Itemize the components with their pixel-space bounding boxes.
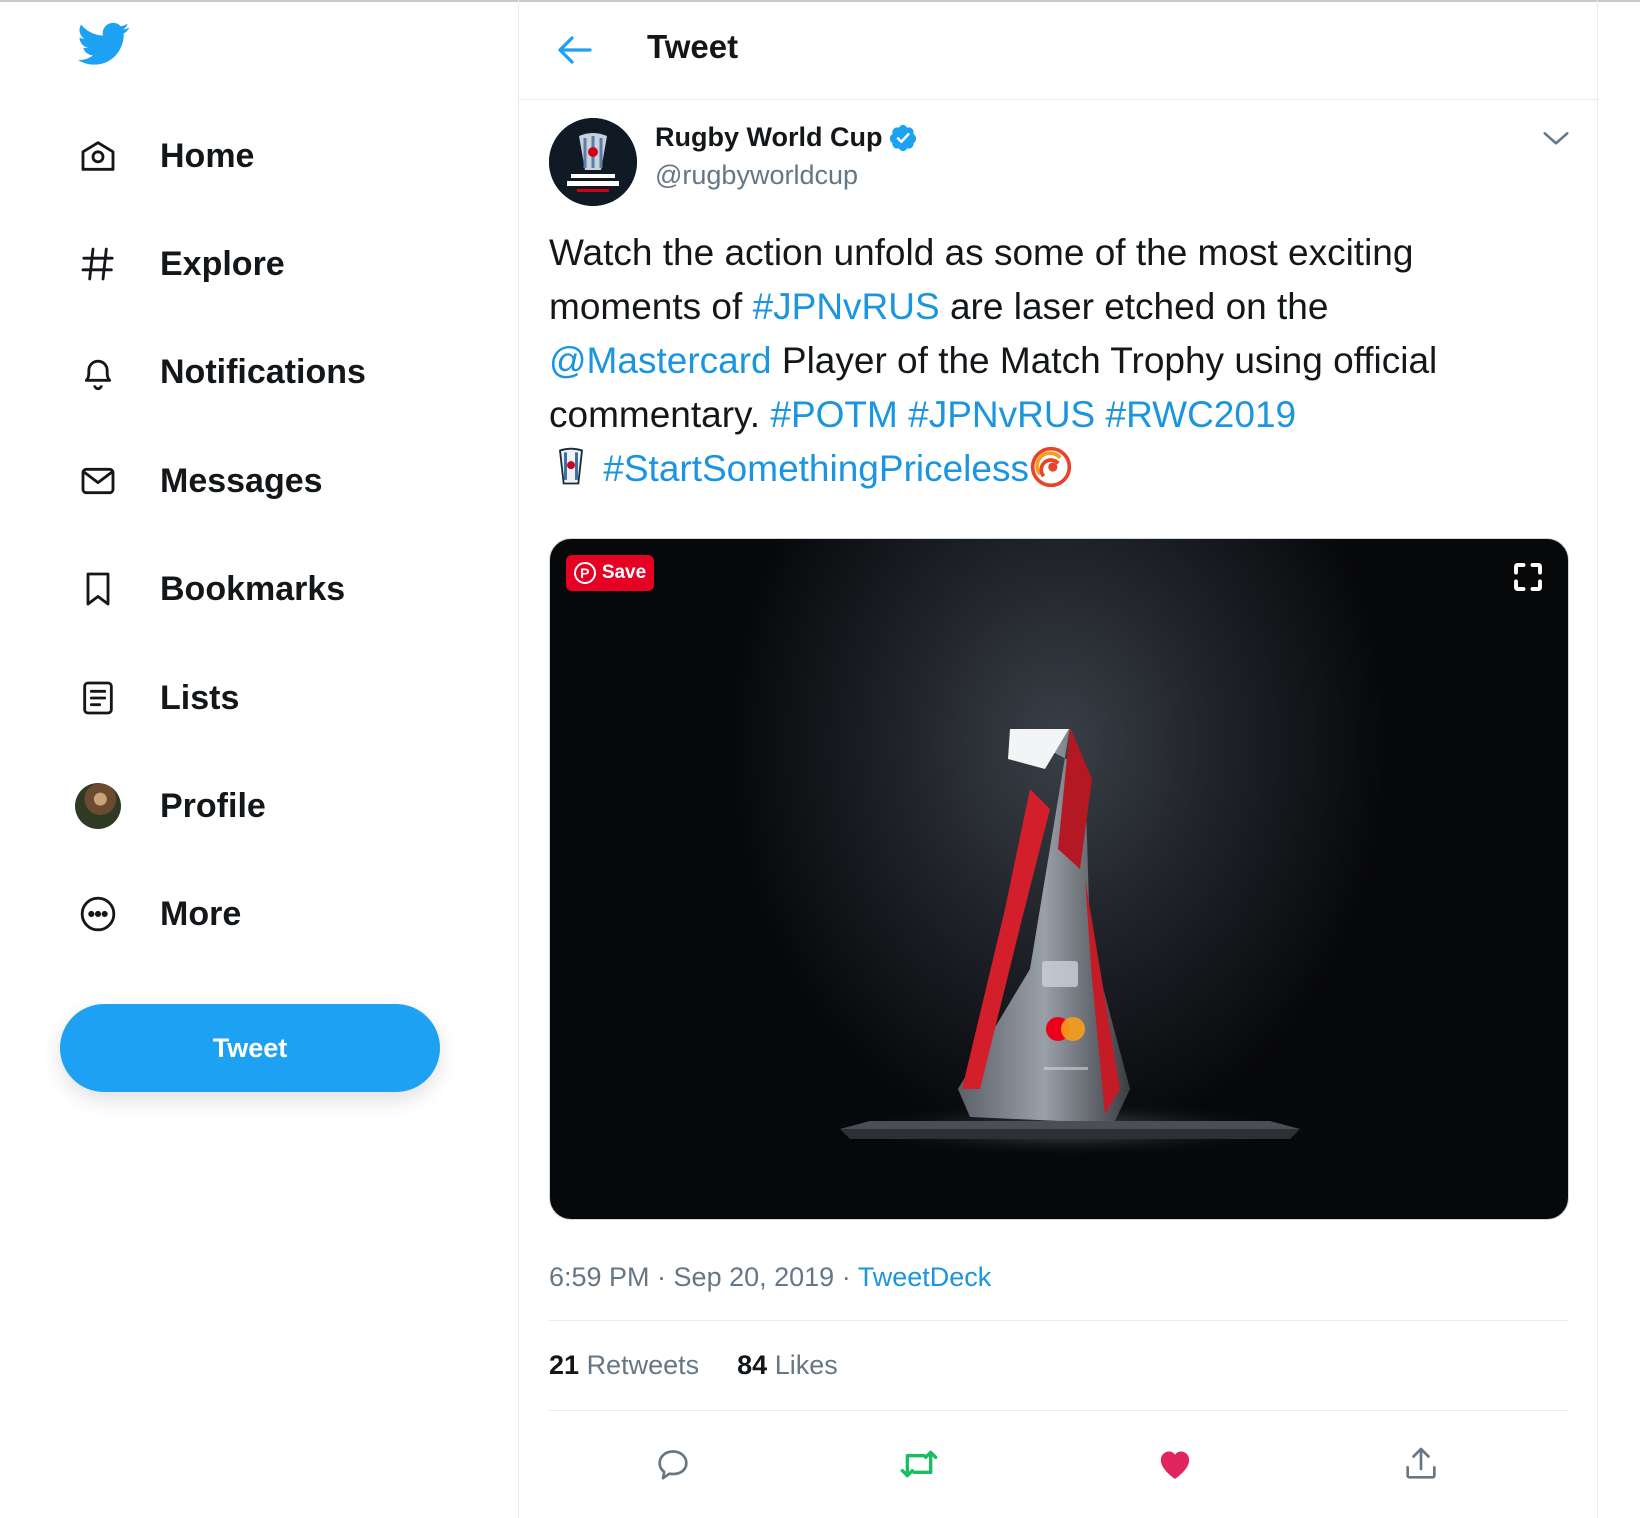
retweet-icon bbox=[900, 1450, 938, 1478]
envelope-icon bbox=[70, 453, 126, 509]
divider bbox=[549, 1410, 1569, 1411]
author-handle[interactable]: @rugbyworldcup bbox=[655, 160, 858, 191]
source-link[interactable]: TweetDeck bbox=[858, 1262, 992, 1292]
tweet-actions bbox=[549, 1434, 1569, 1494]
sidebar-item-label: Explore bbox=[160, 244, 285, 283]
hashtag-link[interactable]: #JPNvRUS bbox=[753, 286, 940, 327]
page-header: Tweet bbox=[519, 0, 1599, 100]
author-avatar[interactable] bbox=[549, 118, 637, 206]
pinterest-save-button[interactable]: P Save bbox=[566, 555, 654, 591]
hashtag-link[interactable]: #JPNvRUS bbox=[908, 394, 1095, 435]
retweets-stat[interactable]: 21 Retweets bbox=[549, 1350, 699, 1381]
compose-tweet-button[interactable]: Tweet bbox=[60, 1004, 440, 1092]
trophy-image bbox=[830, 729, 1310, 1159]
hashtag-link[interactable]: #RWC2019 bbox=[1106, 394, 1297, 435]
tweet-timestamp: 6:59 PM · Sep 20, 2019 · TweetDeck bbox=[549, 1262, 991, 1293]
home-icon bbox=[70, 128, 126, 184]
twitter-bird-icon[interactable] bbox=[78, 22, 130, 70]
divider bbox=[549, 1320, 1569, 1321]
sidebar-item-label: Messages bbox=[160, 461, 323, 500]
save-label: Save bbox=[601, 562, 647, 583]
sidebar-item-explore[interactable]: Explore bbox=[70, 229, 285, 299]
avatar bbox=[75, 783, 121, 829]
reply-icon bbox=[658, 1450, 688, 1480]
sidebar-item-label: Bookmarks bbox=[160, 569, 346, 608]
likes-label: Likes bbox=[774, 1350, 838, 1380]
heart-icon bbox=[1160, 1451, 1190, 1479]
sidebar-item-label: Lists bbox=[160, 678, 240, 717]
sidebar-item-label: Profile bbox=[160, 786, 266, 825]
page-title: Tweet bbox=[647, 28, 739, 65]
author-name[interactable]: Rugby World Cup bbox=[655, 122, 918, 153]
hashtag-icon bbox=[70, 236, 126, 292]
chevron-down-icon[interactable] bbox=[1539, 124, 1573, 154]
engagement-stats: 21 Retweets 84 Likes bbox=[549, 1350, 838, 1381]
share-icon bbox=[1406, 1447, 1436, 1479]
author-name-text: Rugby World Cup bbox=[655, 122, 883, 152]
reply-button[interactable] bbox=[643, 1434, 703, 1494]
sidebar-item-bookmarks[interactable]: Bookmarks bbox=[70, 554, 345, 624]
retweets-label: Retweets bbox=[586, 1350, 700, 1380]
tweet-text: Watch the action unfold as some of the m… bbox=[549, 226, 1559, 496]
likes-count: 84 bbox=[737, 1350, 768, 1380]
likes-stat[interactable]: 84 Likes bbox=[737, 1350, 838, 1381]
bell-icon bbox=[70, 344, 126, 400]
hashtag-link[interactable]: #POTM bbox=[770, 394, 897, 435]
tweet-media-image[interactable]: P Save bbox=[549, 538, 1569, 1220]
sidebar-item-label: Notifications bbox=[160, 352, 366, 391]
verified-badge-icon bbox=[890, 124, 917, 151]
tweet-detail-column: Tweet Rugby World Cup @rugbyworldcup Wat… bbox=[518, 0, 1599, 1518]
back-arrow-icon[interactable] bbox=[553, 30, 597, 70]
sidebar-item-profile[interactable]: Profile bbox=[70, 771, 266, 841]
sidebar-item-messages[interactable]: Messages bbox=[70, 446, 323, 516]
sidebar-item-lists[interactable]: Lists bbox=[70, 663, 239, 733]
list-icon bbox=[70, 670, 126, 726]
sidebar-item-home[interactable]: Home bbox=[70, 121, 254, 191]
sidebar-item-notifications[interactable]: Notifications bbox=[70, 337, 366, 407]
sidebar-item-label: Home bbox=[160, 136, 255, 175]
pinterest-icon: P bbox=[573, 562, 596, 584]
rugby-world-cup-emoji-icon bbox=[559, 447, 583, 485]
share-button[interactable] bbox=[1391, 1434, 1451, 1494]
sidebar-item-more[interactable]: More bbox=[70, 879, 241, 949]
retweet-button[interactable] bbox=[889, 1434, 949, 1494]
mention-link[interactable]: @Mastercard bbox=[549, 340, 772, 381]
retweets-count: 21 bbox=[549, 1350, 580, 1380]
tweet-text-segment: are laser etched on the bbox=[939, 286, 1329, 327]
priceless-emoji-icon bbox=[1030, 446, 1072, 488]
timestamp-text[interactable]: 6:59 PM · Sep 20, 2019 · bbox=[549, 1262, 858, 1292]
hashtag-link[interactable]: #StartSomethingPriceless bbox=[603, 448, 1029, 489]
bookmark-icon bbox=[70, 561, 126, 617]
sidebar-item-label: More bbox=[160, 894, 242, 933]
more-circle-icon bbox=[70, 886, 126, 942]
sidebar: Home Explore Notifications Messages Book… bbox=[0, 0, 518, 1518]
profile-icon-wrap bbox=[70, 778, 126, 834]
like-button[interactable] bbox=[1145, 1434, 1205, 1494]
expand-icon[interactable] bbox=[1510, 559, 1546, 595]
